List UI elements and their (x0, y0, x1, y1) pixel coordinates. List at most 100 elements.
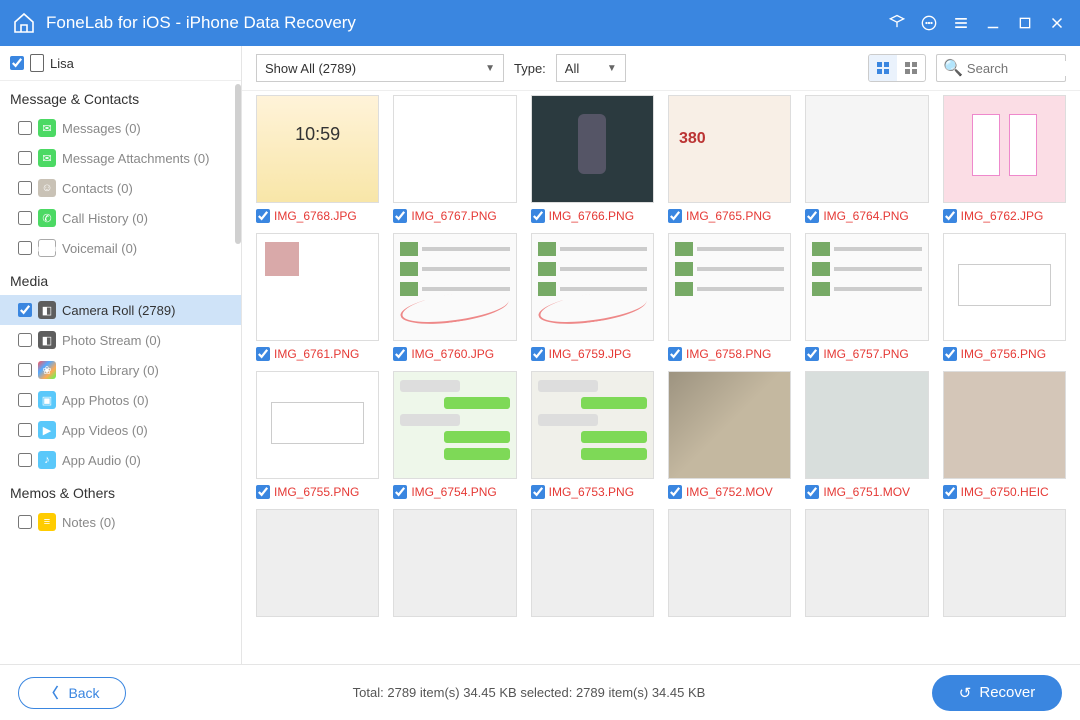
chk-voicemail[interactable] (18, 241, 32, 255)
chk-appvideos[interactable] (18, 423, 32, 437)
thumbnail-image[interactable] (668, 233, 791, 341)
thumbnail-image[interactable] (943, 371, 1066, 479)
sidebar-item-contacts[interactable]: ☺Contacts (0) (0, 173, 241, 203)
thumbnail-image[interactable] (668, 95, 791, 203)
menu-icon[interactable] (950, 12, 972, 34)
thumbnail-image[interactable] (805, 233, 928, 341)
thumbnail-card[interactable]: IMG_6753.PNG (531, 371, 654, 499)
thumbnail-image[interactable] (531, 233, 654, 341)
back-button[interactable]: 〈 Back (18, 677, 126, 709)
thumbnail-card[interactable]: IMG_6765.PNG (668, 95, 791, 223)
chk-photolibrary[interactable] (18, 363, 32, 377)
sidebar-item-photostream[interactable]: ◧Photo Stream (0) (0, 325, 241, 355)
close-icon[interactable] (1046, 12, 1068, 34)
thumbnail-checkbox[interactable] (393, 347, 407, 361)
thumbnail-card[interactable]: IMG_6754.PNG (393, 371, 516, 499)
thumbnail-card[interactable]: IMG_6750.HEIC (943, 371, 1066, 499)
chk-callhistory[interactable] (18, 211, 32, 225)
thumbnail-checkbox[interactable] (256, 347, 270, 361)
thumbnail-checkbox[interactable] (531, 485, 545, 499)
thumbnail-checkbox[interactable] (943, 485, 957, 499)
search-input[interactable] (967, 61, 1080, 76)
thumbnail-image[interactable] (393, 371, 516, 479)
thumbnail-card[interactable] (531, 509, 654, 617)
sidebar-item-voicemail[interactable]: ◉◉Voicemail (0) (0, 233, 241, 263)
thumbnail-image[interactable] (393, 233, 516, 341)
thumbnail-card[interactable]: IMG_6762.JPG (943, 95, 1066, 223)
thumbnail-image[interactable] (943, 233, 1066, 341)
thumbnail-checkbox[interactable] (531, 347, 545, 361)
thumbnail-card[interactable] (393, 509, 516, 617)
sidebar-item-appaudio[interactable]: ♪App Audio (0) (0, 445, 241, 475)
thumbnail-image[interactable] (256, 95, 379, 203)
minimize-icon[interactable] (982, 12, 1004, 34)
thumbnail-image[interactable] (531, 509, 654, 617)
thumbnail-checkbox[interactable] (805, 485, 819, 499)
thumbnail-image[interactable] (393, 95, 516, 203)
chk-contacts[interactable] (18, 181, 32, 195)
chk-appphotos[interactable] (18, 393, 32, 407)
thumbnail-image[interactable] (805, 95, 928, 203)
sidebar-item-callhistory[interactable]: ✆Call History (0) (0, 203, 241, 233)
grid-wrap[interactable]: IMG_6768.JPGIMG_6767.PNGIMG_6766.PNGIMG_… (242, 91, 1080, 664)
thumbnail-image[interactable] (943, 509, 1066, 617)
sidebar-scrollbar[interactable] (235, 84, 241, 244)
feedback-icon[interactable] (918, 12, 940, 34)
thumbnail-checkbox[interactable] (256, 485, 270, 499)
thumbnail-card[interactable]: IMG_6759.JPG (531, 233, 654, 361)
thumbnail-image[interactable] (668, 371, 791, 479)
home-icon[interactable] (12, 11, 36, 35)
thumbnail-checkbox[interactable] (805, 347, 819, 361)
thumbnail-checkbox[interactable] (805, 209, 819, 223)
thumbnail-card[interactable]: IMG_6761.PNG (256, 233, 379, 361)
sidebar-item-attachments[interactable]: ✉Message Attachments (0) (0, 143, 241, 173)
sidebar-item-cameraroll[interactable]: ◧Camera Roll (2789) (0, 295, 241, 325)
thumbnail-card[interactable]: IMG_6758.PNG (668, 233, 791, 361)
device-row[interactable]: Lisa (0, 46, 241, 81)
chk-messages[interactable] (18, 121, 32, 135)
device-checkbox[interactable] (10, 56, 24, 70)
thumbnail-image[interactable] (805, 509, 928, 617)
maximize-icon[interactable] (1014, 12, 1036, 34)
sidebar-item-appphotos[interactable]: ▣App Photos (0) (0, 385, 241, 415)
thumbnail-card[interactable]: IMG_6760.JPG (393, 233, 516, 361)
thumbnail-card[interactable]: IMG_6751.MOV (805, 371, 928, 499)
thumbnail-checkbox[interactable] (943, 209, 957, 223)
thumbnail-checkbox[interactable] (668, 209, 682, 223)
chk-appaudio[interactable] (18, 453, 32, 467)
sidebar-item-messages[interactable]: ✉Messages (0) (0, 113, 241, 143)
thumbnail-card[interactable] (668, 509, 791, 617)
thumbnail-image[interactable] (256, 371, 379, 479)
thumbnail-checkbox[interactable] (668, 347, 682, 361)
thumbnail-card[interactable] (805, 509, 928, 617)
thumbnail-image[interactable] (531, 371, 654, 479)
thumbnail-card[interactable]: IMG_6752.MOV (668, 371, 791, 499)
thumbnail-card[interactable]: IMG_6764.PNG (805, 95, 928, 223)
type-dropdown[interactable]: All ▼ (556, 54, 626, 82)
thumbnail-image[interactable] (393, 509, 516, 617)
list-view-button[interactable] (897, 55, 925, 81)
thumbnail-checkbox[interactable] (393, 209, 407, 223)
recover-button[interactable]: ↺ Recover (932, 675, 1062, 711)
search-box[interactable]: 🔍 (936, 54, 1066, 82)
thumbnail-image[interactable] (943, 95, 1066, 203)
sidebar-item-appvideos[interactable]: ▶App Videos (0) (0, 415, 241, 445)
thumbnail-card[interactable]: IMG_6768.JPG (256, 95, 379, 223)
chk-attachments[interactable] (18, 151, 32, 165)
thumbnail-checkbox[interactable] (256, 209, 270, 223)
chk-notes[interactable] (18, 515, 32, 529)
thumbnail-image[interactable] (256, 509, 379, 617)
filter-dropdown[interactable]: Show All (2789) ▼ (256, 54, 504, 82)
thumbnail-card[interactable]: IMG_6755.PNG (256, 371, 379, 499)
thumbnail-checkbox[interactable] (393, 485, 407, 499)
thumbnail-checkbox[interactable] (668, 485, 682, 499)
thumbnail-card[interactable]: IMG_6767.PNG (393, 95, 516, 223)
thumbnail-checkbox[interactable] (531, 209, 545, 223)
chk-photostream[interactable] (18, 333, 32, 347)
thumbnail-image[interactable] (256, 233, 379, 341)
sidebar-item-notes[interactable]: ≡Notes (0) (0, 507, 241, 537)
chk-cameraroll[interactable] (18, 303, 32, 317)
shield-icon[interactable] (886, 12, 908, 34)
sidebar-item-photolibrary[interactable]: ❀Photo Library (0) (0, 355, 241, 385)
thumbnail-card[interactable]: IMG_6766.PNG (531, 95, 654, 223)
